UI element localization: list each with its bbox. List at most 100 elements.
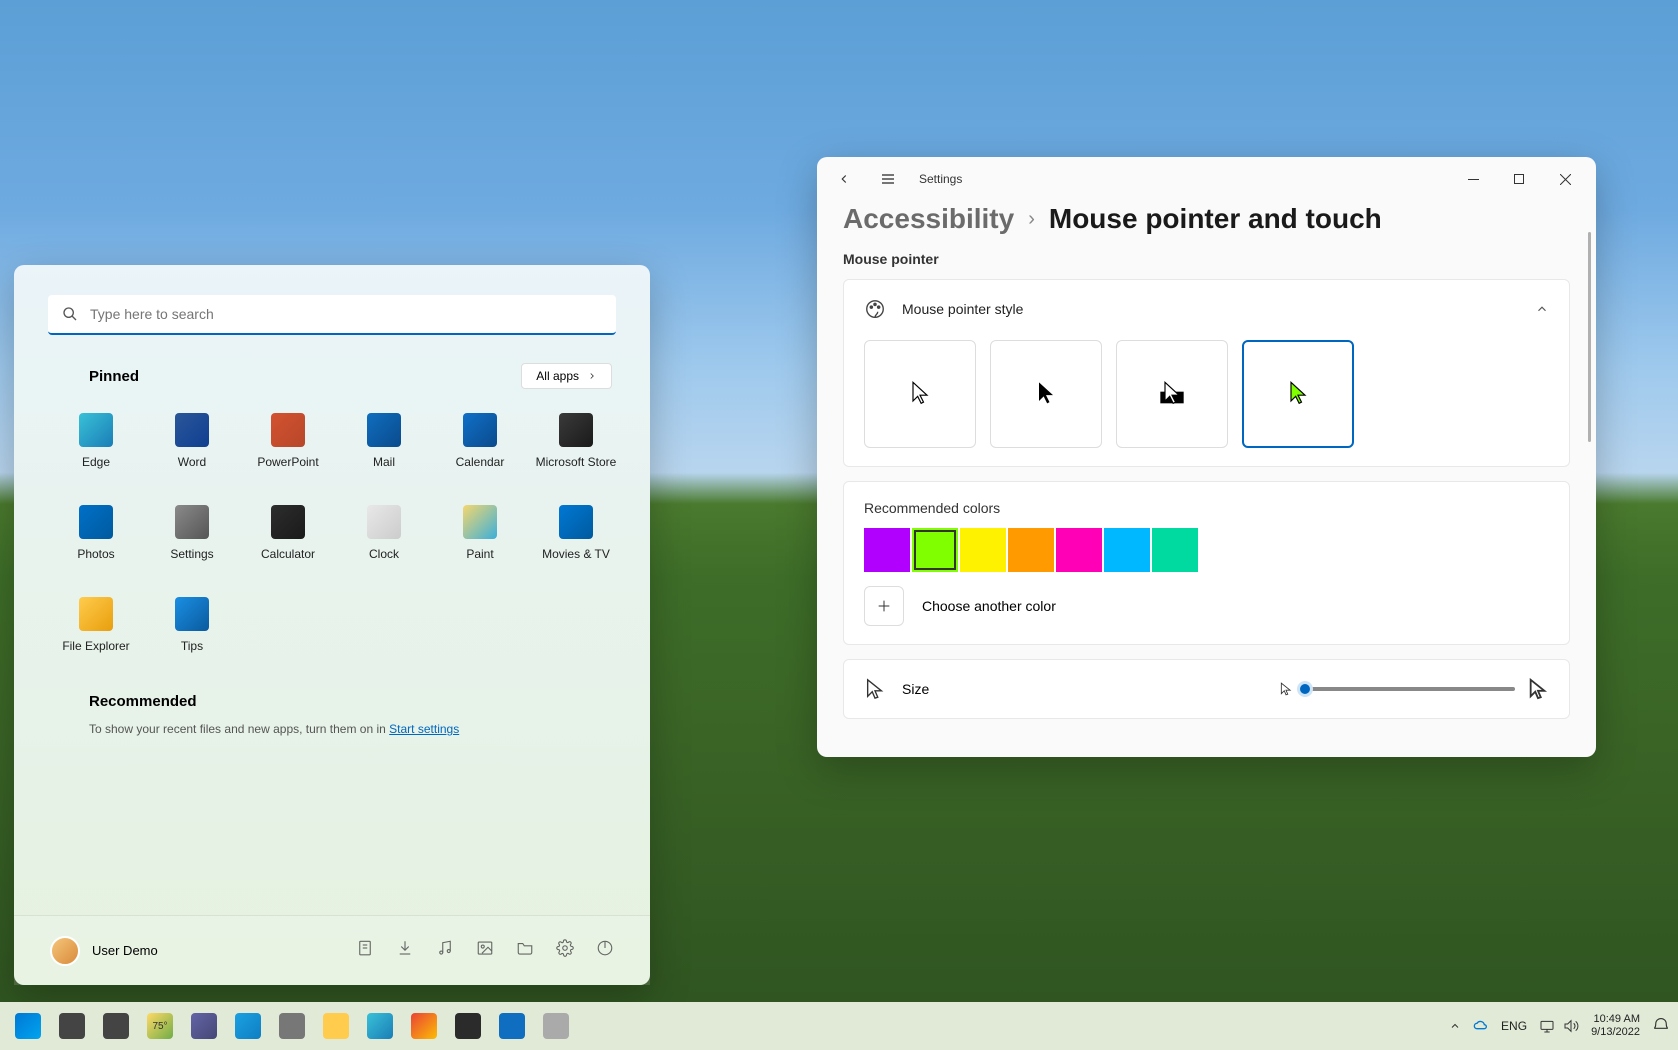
pointer-style-option-3[interactable] xyxy=(1242,340,1354,448)
file-explorer-taskbar[interactable] xyxy=(316,1006,356,1046)
pointer-style-option-2[interactable] xyxy=(1116,340,1228,448)
start-menu: Pinned All apps Edge Word PowerPoint Mai… xyxy=(14,265,650,985)
settings-taskbar[interactable] xyxy=(272,1006,312,1046)
notifications-icon[interactable] xyxy=(1652,1017,1670,1035)
user-name: User Demo xyxy=(92,943,158,958)
scrollbar[interactable] xyxy=(1588,232,1591,442)
taskbar-app-icon xyxy=(235,1013,261,1039)
widgets-button[interactable]: 75° xyxy=(140,1006,180,1046)
cursor-icon xyxy=(1032,380,1060,408)
user-account-button[interactable]: User Demo xyxy=(50,936,158,966)
pinned-app-tips[interactable]: Tips xyxy=(144,591,240,659)
pinned-app-mail[interactable]: Mail xyxy=(336,407,432,475)
taskbar-app-icon xyxy=(411,1013,437,1039)
document-icon xyxy=(356,939,374,957)
outlook-taskbar[interactable] xyxy=(492,1006,532,1046)
app-icon xyxy=(79,413,113,447)
start-button[interactable] xyxy=(8,1006,48,1046)
color-swatch-6[interactable] xyxy=(1152,528,1198,572)
teams-button[interactable] xyxy=(184,1006,224,1046)
fences-taskbar[interactable] xyxy=(536,1006,576,1046)
chevron-up-icon xyxy=(1535,302,1549,316)
color-swatch-1[interactable] xyxy=(912,528,958,572)
taskbar-app-icon xyxy=(323,1013,349,1039)
taskbar-app-icon xyxy=(59,1013,85,1039)
clock[interactable]: 10:49 AM 9/13/2022 xyxy=(1591,1013,1640,1039)
minimize-button[interactable] xyxy=(1450,163,1496,195)
slider-thumb[interactable] xyxy=(1297,681,1313,697)
pinned-app-powerpoint[interactable]: PowerPoint xyxy=(240,407,336,475)
task-view-button[interactable] xyxy=(96,1006,136,1046)
color-swatch-5[interactable] xyxy=(1104,528,1150,572)
taskbar-app-icon xyxy=(279,1013,305,1039)
cursor-icon xyxy=(1158,380,1186,408)
pinned-app-edge[interactable]: Edge xyxy=(48,407,144,475)
choose-another-color-button[interactable] xyxy=(864,586,904,626)
app-label: Word xyxy=(178,455,206,469)
breadcrumb: Accessibility › Mouse pointer and touch xyxy=(817,201,1596,245)
network-volume-group[interactable] xyxy=(1539,1018,1579,1034)
nav-menu-button[interactable] xyxy=(869,164,907,194)
pictures-icon[interactable] xyxy=(476,939,494,962)
close-button[interactable] xyxy=(1542,163,1588,195)
pointer-style-option-1[interactable] xyxy=(990,340,1102,448)
edge-taskbar[interactable] xyxy=(360,1006,400,1046)
network-icon xyxy=(1539,1018,1555,1034)
pinned-app-paint[interactable]: Paint xyxy=(432,499,528,567)
app-label: Clock xyxy=(369,547,399,561)
settings-window: Settings Accessibility › Mouse pointer a… xyxy=(817,157,1596,757)
onedrive-icon[interactable] xyxy=(1473,1018,1489,1034)
pinned-app-file-explorer[interactable]: File Explorer xyxy=(48,591,144,659)
folder-icon[interactable] xyxy=(516,939,534,962)
color-swatch-4[interactable] xyxy=(1056,528,1102,572)
back-button[interactable] xyxy=(825,164,863,194)
taskbar-app-icon xyxy=(15,1013,41,1039)
music-icon[interactable] xyxy=(436,939,454,962)
cursor-icon xyxy=(1284,380,1312,408)
pinned-app-calculator[interactable]: Calculator xyxy=(240,499,336,567)
recommended-colors-label: Recommended colors xyxy=(864,500,1549,516)
taskbar-app-icon xyxy=(455,1013,481,1039)
pointer-style-option-0[interactable] xyxy=(864,340,976,448)
start-search-bar[interactable] xyxy=(48,295,616,335)
language-indicator[interactable]: ENG xyxy=(1501,1019,1527,1033)
maximize-button[interactable] xyxy=(1496,163,1542,195)
style-label: Mouse pointer style xyxy=(902,301,1023,317)
settings-icon xyxy=(556,939,574,957)
pinned-app-word[interactable]: Word xyxy=(144,407,240,475)
search-icon xyxy=(62,306,78,322)
pinned-app-movies-tv[interactable]: Movies & TV xyxy=(528,499,624,567)
pinned-app-photos[interactable]: Photos xyxy=(48,499,144,567)
power-icon[interactable] xyxy=(596,939,614,962)
pinned-app-settings[interactable]: Settings xyxy=(144,499,240,567)
app-icon xyxy=(463,505,497,539)
start-settings-link[interactable]: Start settings xyxy=(389,722,459,736)
chevron-right-icon xyxy=(587,371,597,381)
all-apps-label: All apps xyxy=(536,369,579,383)
pinned-app-calendar[interactable]: Calendar xyxy=(432,407,528,475)
all-apps-button[interactable]: All apps xyxy=(521,363,612,389)
mouse-pointer-style-header[interactable]: Mouse pointer style xyxy=(864,298,1549,320)
download-icon[interactable] xyxy=(396,939,414,962)
breadcrumb-parent[interactable]: Accessibility xyxy=(843,203,1014,235)
color-swatch-2[interactable] xyxy=(960,528,1006,572)
settings-icon[interactable] xyxy=(556,939,574,962)
pinned-app-clock[interactable]: Clock xyxy=(336,499,432,567)
start-footer: User Demo xyxy=(14,915,650,985)
app-label: PowerPoint xyxy=(257,455,318,469)
color-swatch-0[interactable] xyxy=(864,528,910,572)
search-input[interactable] xyxy=(90,306,602,322)
hamburger-icon xyxy=(880,171,896,187)
chrome-taskbar[interactable] xyxy=(404,1006,444,1046)
pinned-app-microsoft-store[interactable]: Microsoft Store xyxy=(528,407,624,475)
clock-time: 10:49 AM xyxy=(1591,1013,1640,1026)
size-label: Size xyxy=(902,681,929,697)
terminal-taskbar[interactable] xyxy=(448,1006,488,1046)
size-slider[interactable] xyxy=(1305,687,1515,691)
chat-button[interactable] xyxy=(228,1006,268,1046)
tray-overflow-chevron-icon[interactable] xyxy=(1449,1020,1461,1032)
document-icon[interactable] xyxy=(356,939,374,962)
color-swatch-3[interactable] xyxy=(1008,528,1054,572)
search-button[interactable] xyxy=(52,1006,92,1046)
app-label: Settings xyxy=(170,547,213,561)
